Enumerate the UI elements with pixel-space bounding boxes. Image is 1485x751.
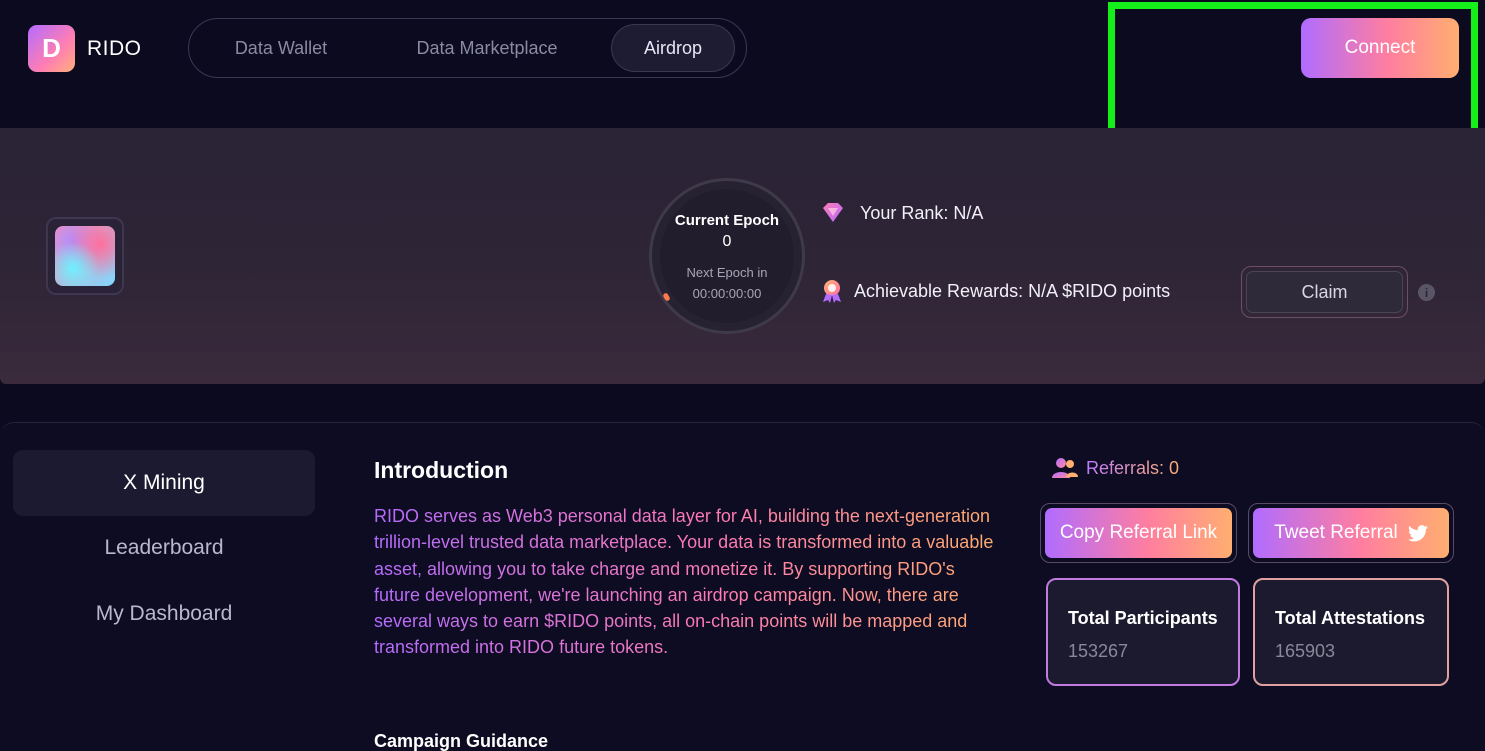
epoch-progress-marker — [662, 292, 671, 302]
total-participants-card: Total Participants 153267 — [1046, 578, 1240, 686]
sidebar-item-leaderboard[interactable]: Leaderboard — [13, 515, 315, 581]
tweet-referral-button[interactable]: Tweet Referral — [1253, 508, 1449, 558]
page: D RIDO Data Wallet Data Marketplace Aird… — [0, 0, 1485, 751]
sidebar-item-x-mining[interactable]: X Mining — [13, 450, 315, 516]
total-participants-label: Total Participants — [1068, 608, 1218, 628]
content-section: X Mining Leaderboard My Dashboard Introd… — [0, 422, 1485, 751]
medal-icon — [823, 280, 841, 303]
tweet-referral-label: Tweet Referral — [1274, 522, 1398, 543]
rank-text: Your Rank: N/A — [860, 202, 984, 223]
tweet-referral-frame: Tweet Referral — [1248, 503, 1454, 563]
main-nav: Data Wallet Data Marketplace Airdrop — [188, 18, 747, 78]
tab-data-marketplace[interactable]: Data Marketplace — [367, 24, 607, 72]
intro-title: Introduction — [374, 457, 509, 483]
referrals-row: Referrals: 0 — [1052, 457, 1179, 479]
rido-logo-icon: D — [28, 25, 75, 72]
users-icon — [1052, 458, 1078, 478]
diamond-icon — [823, 203, 843, 222]
top-header: D RIDO Data Wallet Data Marketplace Aird… — [0, 0, 1485, 140]
tab-data-wallet[interactable]: Data Wallet — [195, 24, 367, 72]
rewards-text: Achievable Rewards: N/A $RIDO points — [854, 280, 1171, 301]
total-attestations-label: Total Attestations — [1275, 608, 1426, 628]
epoch-number: 0 — [722, 232, 732, 250]
copy-referral-frame: Copy Referral Link — [1040, 503, 1237, 563]
total-participants-value: 153267 — [1068, 641, 1129, 661]
campaign-guidance-title: Campaign Guidance — [374, 731, 549, 751]
sidebar-item-my-dashboard[interactable]: My Dashboard — [13, 581, 315, 647]
avatar — [55, 226, 115, 286]
claim-button-frame: Claim — [1241, 266, 1408, 318]
intro-body: RIDO serves as Web3 personal data layer … — [374, 503, 994, 661]
total-attestations-value: 165903 — [1275, 641, 1336, 661]
total-attestations-card: Total Attestations 165903 — [1253, 578, 1449, 686]
rank-row: Your Rank: N/A — [820, 200, 983, 226]
info-icon[interactable]: i — [1418, 284, 1435, 301]
logo-text: RIDO — [87, 36, 142, 60]
twitter-icon — [1407, 524, 1428, 541]
epoch-timer: Current Epoch 0 Next Epoch in 00:00:00:0… — [649, 178, 805, 334]
epoch-countdown: 00:00:00:00 — [692, 285, 762, 301]
avatar-frame — [46, 217, 124, 295]
epoch-title: Current Epoch — [674, 211, 780, 229]
copy-referral-label: Copy Referral Link — [1059, 522, 1218, 543]
logo[interactable]: D RIDO — [28, 25, 142, 72]
epoch-banner: Current Epoch 0 Next Epoch in 00:00:00:0… — [0, 128, 1485, 384]
tab-airdrop[interactable]: Airdrop — [611, 24, 735, 72]
claim-button[interactable]: Claim — [1246, 271, 1403, 313]
next-epoch-label: Next Epoch in — [686, 264, 768, 280]
copy-referral-link-button[interactable]: Copy Referral Link — [1045, 508, 1232, 558]
rewards-row: Achievable Rewards: N/A $RIDO points — [820, 278, 1170, 304]
referrals-text: Referrals: 0 — [1086, 457, 1180, 478]
connect-button[interactable]: Connect — [1301, 18, 1459, 78]
